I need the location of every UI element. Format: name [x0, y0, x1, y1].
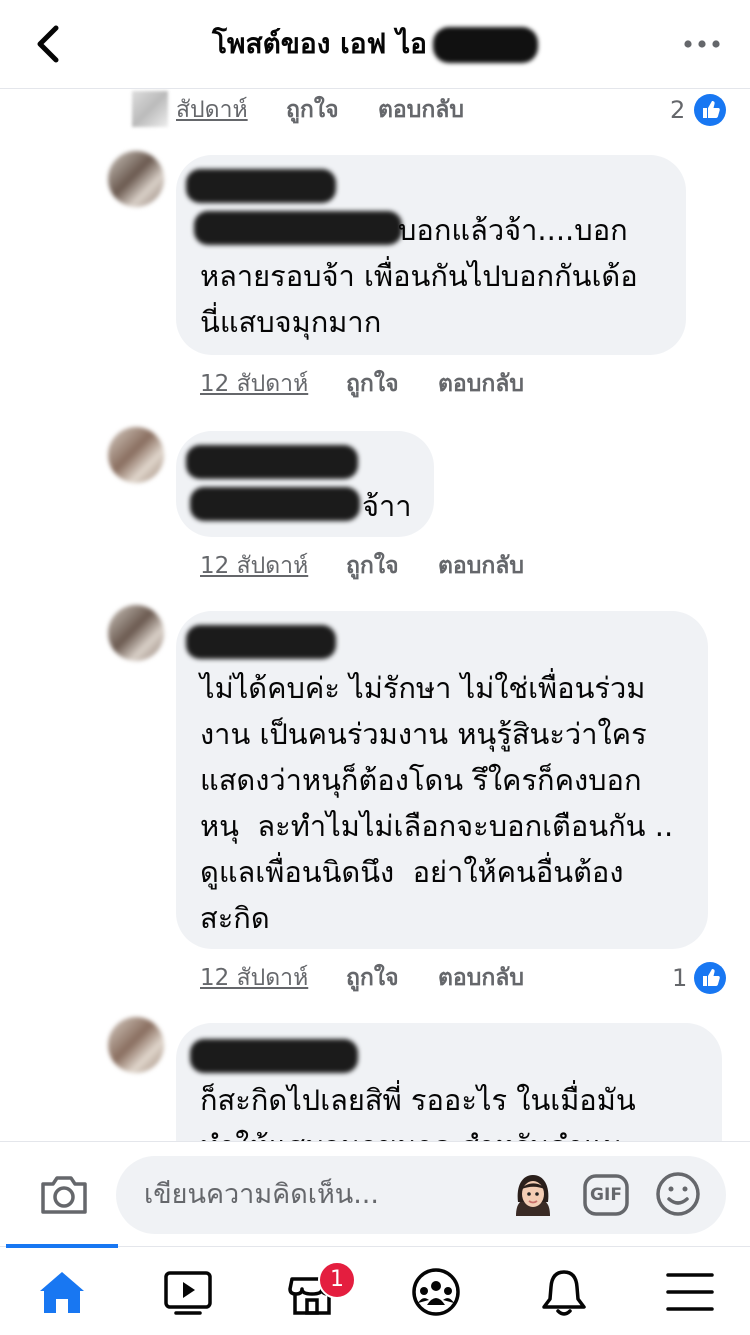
avatar-sticker-icon[interactable]	[510, 1172, 556, 1218]
redacted-author-name[interactable]	[190, 1039, 358, 1073]
comment-text-line: สะกิด	[200, 901, 270, 935]
reaction-count: 1	[672, 964, 688, 992]
comment-text-line: จ้าา	[362, 489, 412, 523]
comment-text-line: ทำให้แสบจมูกขนาด สำหรับคำแนะ	[200, 1123, 638, 1141]
emoji-icon[interactable]	[654, 1170, 702, 1218]
comment-text-line: แสดงว่าหนุก็ต้องโดน รึใครก็คงบอก	[200, 763, 642, 797]
watch-video-icon[interactable]	[162, 1267, 214, 1317]
comments-list: สัปดาห์ ถูกใจ ตอบกลับ 2 บอกแล้วจ้า....บอ…	[0, 89, 750, 1141]
camera-icon[interactable]	[38, 1172, 90, 1218]
redacted-mention	[190, 487, 360, 521]
reaction-count: 2	[670, 96, 686, 124]
comment-bubble: จ้าา	[176, 431, 434, 537]
reply-avatar	[132, 91, 168, 127]
notifications-bell-icon[interactable]	[538, 1267, 590, 1317]
commenter-avatar[interactable]	[108, 151, 164, 207]
like-button[interactable]: ถูกใจ	[346, 549, 399, 583]
comment-bubble: ไม่ได้คบค่ะ ไม่รักษา ไม่ใช่เพื่อนร่วม งา…	[176, 611, 708, 949]
comment-text-line: ดูแลเพื่อนนิดนึง อย่าให้คนอื่นต้อง	[200, 855, 624, 889]
comment-meta: 12 สัปดาห์ ถูกใจ ตอบกลับ	[200, 367, 600, 401]
comment-meta: สัปดาห์ ถูกใจ ตอบกลับ	[176, 93, 676, 127]
like-button[interactable]: ถูกใจ	[346, 961, 399, 995]
page-title-text: โพสต์ของ เอฟ ไอ	[211, 27, 427, 60]
comment-composer: เขียนความคิดเห็น... GIF	[0, 1141, 750, 1246]
comment-time[interactable]: 12 สัปดาห์	[200, 367, 308, 401]
comment-time[interactable]: 12 สัปดาห์	[200, 961, 308, 995]
reply-button[interactable]: ตอบกลับ	[438, 549, 524, 583]
reply-button[interactable]: ตอบกลับ	[438, 367, 524, 401]
top-bar: โพสต์ของ เอฟ ไอ	[0, 0, 750, 89]
redacted-author-name[interactable]	[186, 625, 336, 659]
commenter-avatar[interactable]	[108, 605, 164, 661]
comment-bubble: บอกแล้วจ้า....บอก หลายรอบจ้า เพื่อนกันไป…	[176, 155, 686, 355]
comment-text-line: งาน เป็นคนร่วมงาน หนุรู้สินะว่าใคร	[200, 717, 647, 751]
redacted-author-name[interactable]	[186, 169, 336, 203]
like-reaction-icon	[694, 962, 726, 994]
like-button[interactable]: ถูกใจ	[346, 367, 399, 401]
redacted-mention	[194, 211, 402, 245]
menu-icon[interactable]	[664, 1267, 716, 1317]
comment-text-line: บอกแล้วจ้า....บอก	[398, 213, 628, 247]
like-button[interactable]: ถูกใจ	[286, 93, 339, 127]
comment-time[interactable]: 12 สัปดาห์	[200, 549, 308, 583]
groups-icon[interactable]	[410, 1267, 462, 1317]
redacted-name	[433, 27, 538, 63]
commenter-avatar[interactable]	[108, 427, 164, 483]
comment-meta: 12 สัปดาห์ ถูกใจ ตอบกลับ	[200, 549, 600, 583]
like-reaction-icon	[694, 94, 726, 126]
reply-button[interactable]: ตอบกลับ	[438, 961, 524, 995]
page-title: โพสต์ของ เอฟ ไอ	[0, 22, 750, 66]
comment-text-line: นี่แสบจมุกมาก	[200, 305, 382, 339]
home-icon[interactable]	[36, 1267, 88, 1317]
comment-text-line: ไม่ได้คบค่ะ ไม่รักษา ไม่ใช่เพื่อนร่วม	[200, 671, 646, 705]
more-options-icon[interactable]	[682, 26, 722, 62]
notification-badge: 1	[318, 1261, 356, 1299]
comment-meta: 12 สัปดาห์ ถูกใจ ตอบกลับ	[200, 961, 600, 995]
gif-label: GIF	[590, 1185, 622, 1205]
gif-button[interactable]: GIF	[582, 1172, 630, 1218]
comment-input-placeholder: เขียนความคิดเห็น...	[144, 1179, 379, 1210]
comment-text-line: หลายรอบจ้า เพื่อนกันไปบอกกันเด้อ	[200, 259, 638, 293]
comment-text-line: หนุ ละทำไมไม่เลือกจะบอกเตือนกัน ..	[200, 809, 674, 843]
reply-button[interactable]: ตอบกลับ	[378, 93, 464, 127]
active-tab-indicator	[6, 1244, 118, 1248]
comment-text-line: ก็สะกิดไปเลยสิพี่ รออะไร ในเมื่อมัน	[200, 1083, 636, 1117]
redacted-author-name[interactable]	[186, 445, 358, 479]
bottom-navigation: 1	[0, 1244, 750, 1335]
comment-time[interactable]: สัปดาห์	[176, 93, 248, 127]
comment-bubble: ก็สะกิดไปเลยสิพี่ รออะไร ในเมื่อมัน ทำให…	[176, 1023, 722, 1141]
commenter-avatar[interactable]	[108, 1017, 164, 1073]
